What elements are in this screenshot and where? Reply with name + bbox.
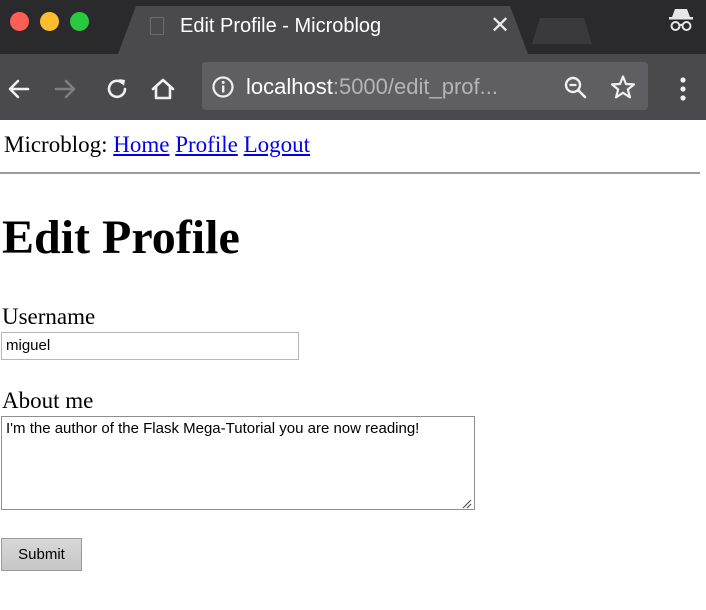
url-text[interactable]: localhost:5000/edit_prof... bbox=[246, 74, 498, 100]
tab-title: Edit Profile - Microblog bbox=[180, 15, 382, 37]
username-input[interactable]: miguel bbox=[1, 332, 299, 360]
home-icon[interactable] bbox=[146, 72, 180, 106]
divider bbox=[0, 172, 700, 174]
resize-grip-icon[interactable] bbox=[460, 496, 472, 509]
nav-link-home[interactable]: Home bbox=[113, 132, 169, 157]
nav-link-profile[interactable]: Profile bbox=[175, 132, 238, 157]
tab-close-icon[interactable]: ✕ bbox=[490, 12, 510, 40]
submit-button[interactable]: Submit bbox=[1, 538, 82, 571]
url-host: localhost bbox=[246, 74, 333, 99]
maximize-window-button[interactable] bbox=[70, 12, 89, 31]
forward-icon[interactable] bbox=[48, 72, 82, 106]
star-icon[interactable] bbox=[610, 74, 636, 100]
username-label: Username bbox=[2, 304, 96, 329]
close-window-button[interactable] bbox=[10, 12, 29, 31]
nav-link-logout[interactable]: Logout bbox=[244, 132, 310, 157]
page-content: Microblog: Home Profile Logout Edit Prof… bbox=[0, 120, 706, 610]
info-icon[interactable] bbox=[210, 74, 236, 100]
about-me-textarea[interactable]: I'm the author of the Flask Mega-Tutoria… bbox=[1, 416, 475, 510]
minimize-window-button[interactable] bbox=[40, 12, 59, 31]
page-title: Edit Profile bbox=[2, 211, 240, 264]
new-tab-button[interactable] bbox=[532, 18, 592, 44]
reload-icon[interactable] bbox=[100, 72, 134, 106]
site-nav: Microblog: Home Profile Logout bbox=[4, 132, 310, 158]
url-path: :5000/edit_prof... bbox=[332, 74, 498, 99]
zoom-icon[interactable] bbox=[562, 74, 588, 100]
back-icon[interactable] bbox=[2, 72, 36, 106]
about-me-label: About me bbox=[2, 388, 94, 413]
page-favicon-icon bbox=[150, 17, 164, 35]
incognito-icon bbox=[667, 6, 695, 36]
brand-label: Microblog: bbox=[4, 132, 108, 157]
menu-icon[interactable] bbox=[666, 72, 700, 106]
